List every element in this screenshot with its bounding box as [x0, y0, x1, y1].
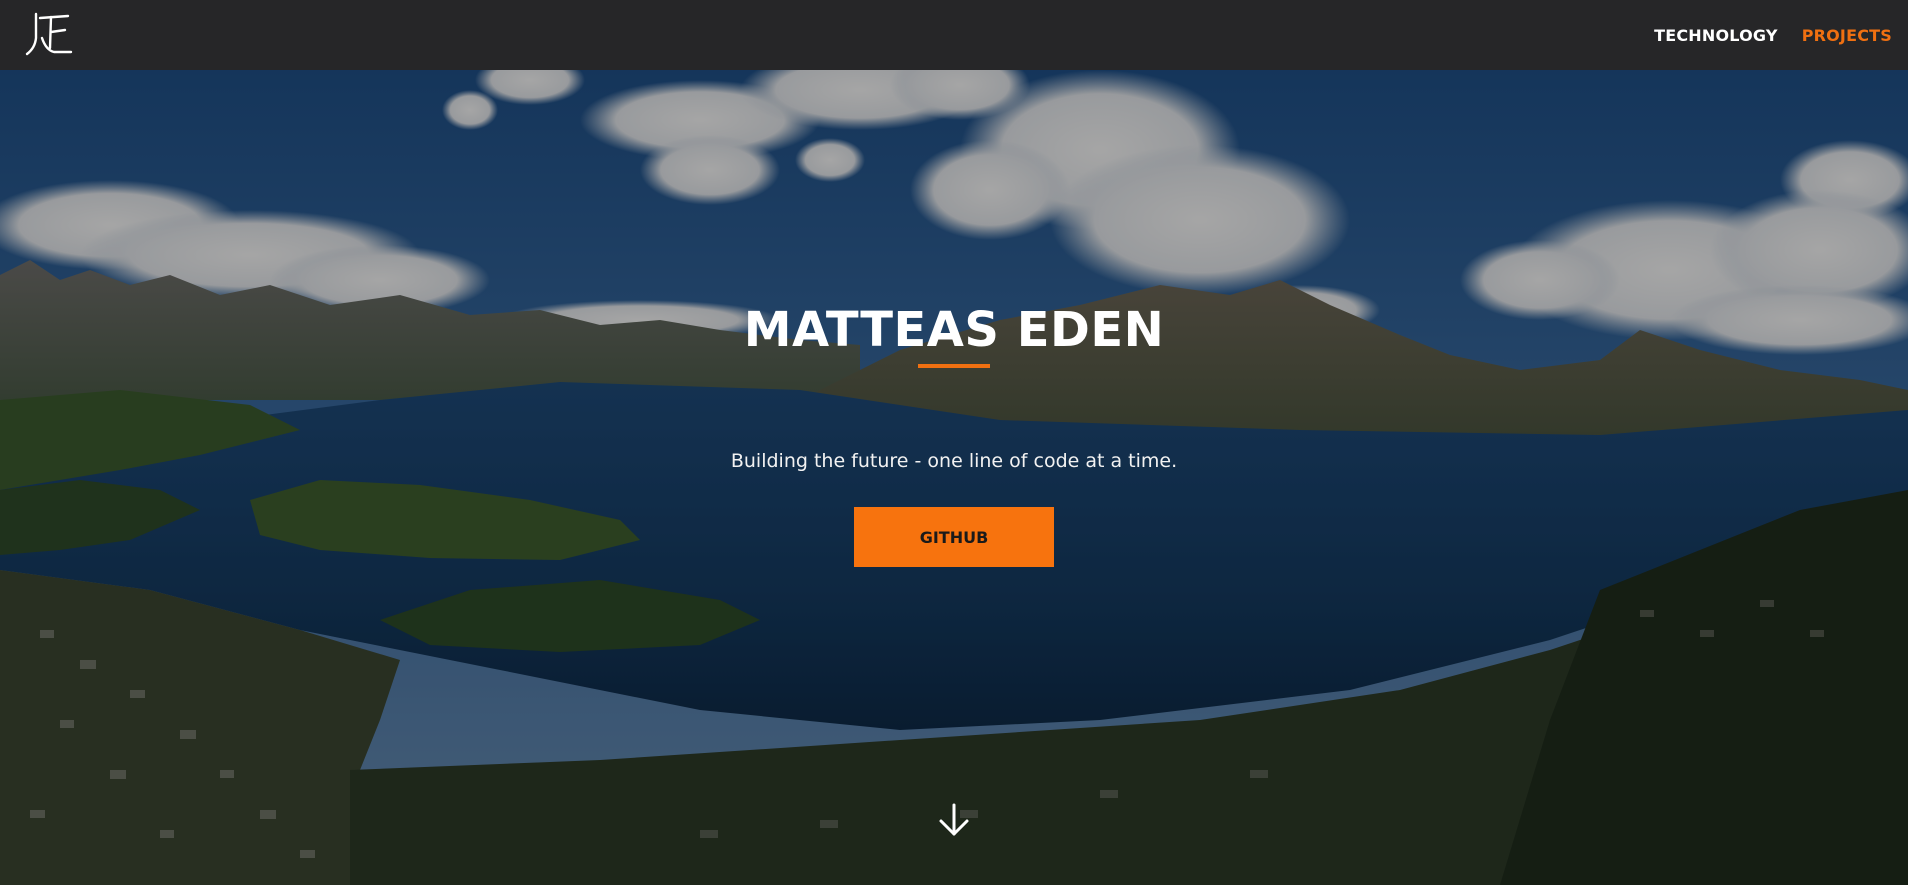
hero-content: MATTEAS EDEN Building the future - one l… — [0, 70, 1908, 885]
monogram-logo-icon[interactable] — [24, 8, 74, 58]
title-underline — [918, 364, 990, 368]
hero-title: MATTEAS EDEN — [743, 302, 1165, 358]
nav-link-technology[interactable]: TECHNOLOGY — [1654, 26, 1778, 45]
nav-link-projects[interactable]: PROJECTS — [1802, 26, 1892, 45]
nav-links: TECHNOLOGY PROJECTS — [1630, 0, 1892, 70]
arrow-down-icon[interactable] — [936, 802, 972, 838]
github-button[interactable]: GITHUB — [854, 507, 1054, 567]
hero-section: MATTEAS EDEN Building the future - one l… — [0, 70, 1908, 885]
hero-subtitle: Building the future - one line of code a… — [730, 450, 1178, 472]
navbar: TECHNOLOGY PROJECTS — [0, 0, 1908, 70]
page: TECHNOLOGY PROJECTS MATTEAS EDEN Buildin… — [0, 0, 1908, 885]
